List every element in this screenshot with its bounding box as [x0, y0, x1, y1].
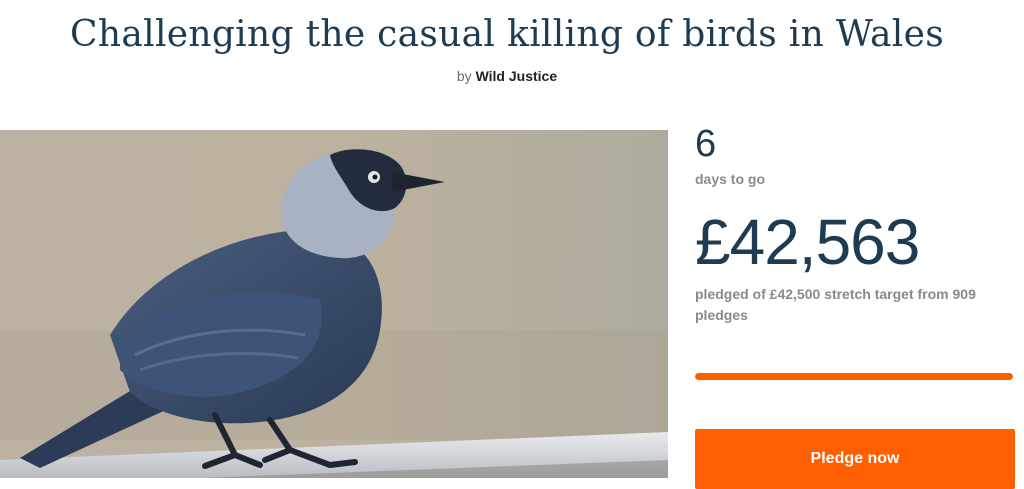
- amount-pledged: £42,563: [695, 206, 920, 278]
- author-link[interactable]: Wild Justice: [476, 68, 558, 84]
- pledged-summary: pledged of £42,500 stretch target from 9…: [695, 286, 976, 323]
- byline: by Wild Justice: [0, 68, 1014, 84]
- page-title: Challenging the casual killing of birds …: [70, 14, 944, 55]
- days-remaining-label: days to go: [695, 171, 766, 187]
- hero-image: [0, 130, 668, 478]
- funding-progress-bar: [695, 373, 1013, 380]
- pledge-now-button[interactable]: Pledge now: [695, 429, 1015, 489]
- funding-progress-fill: [695, 373, 1013, 380]
- jackdaw-illustration: [0, 130, 668, 478]
- days-remaining-count: 6: [695, 123, 717, 165]
- byline-prefix: by: [456, 68, 472, 84]
